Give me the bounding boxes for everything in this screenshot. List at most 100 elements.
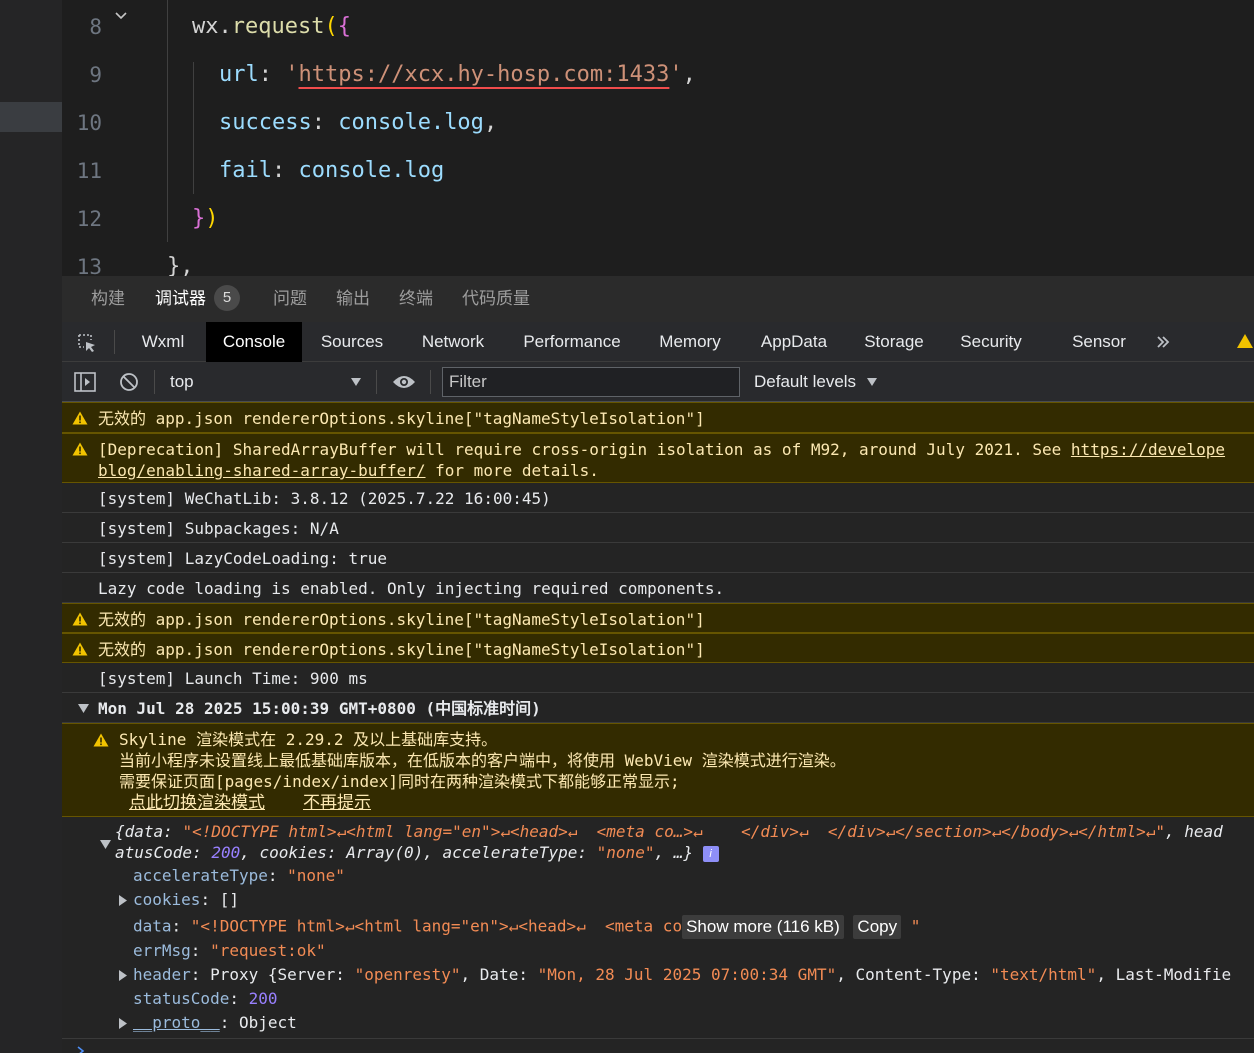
context-select[interactable]: top: [170, 362, 194, 402]
console-message-log: Lazy code loading is enabled. Only injec…: [62, 573, 1254, 603]
line-number: 12: [76, 207, 102, 231]
copy-button[interactable]: Copy: [853, 915, 902, 939]
response-object[interactable]: {data: "<!DOCTYPE html>↵<html lang="en">…: [62, 817, 1254, 1038]
warning-count-icon[interactable]: [1236, 333, 1254, 349]
more-tabs-icon[interactable]: [1155, 334, 1171, 350]
tab-wxml[interactable]: Wxml: [128, 322, 198, 362]
line-number: 8: [89, 15, 102, 39]
console-message-log: [system] WeChatLib: 3.8.12 (2025.7.22 16…: [62, 483, 1254, 513]
code-line-11: 11 fail: console.log: [62, 147, 1254, 195]
warning-icon: [72, 442, 88, 456]
show-more-button[interactable]: Show more (116 kB): [682, 915, 844, 939]
docs-link[interactable]: https://develope: [1071, 440, 1225, 459]
code-line-8: 8 wx.request({: [62, 3, 1254, 51]
console-message-log: [system] Subpackages: N/A: [62, 513, 1254, 543]
prop-data: data: "<!DOCTYPE html>↵<html lang="en">↵…: [133, 915, 920, 939]
expand-triangle-icon[interactable]: [100, 840, 111, 849]
gutter-selection: [0, 102, 62, 132]
expand-triangle-icon[interactable]: [78, 704, 89, 713]
dropdown-arrow-icon[interactable]: [866, 377, 878, 387]
code-text: wx.request({: [192, 14, 351, 39]
info-icon[interactable]: i: [702, 845, 719, 862]
devtools-tab-bar: Wxml Console Sources Network Performance…: [62, 322, 1254, 362]
code-text: url: 'https://xcx.hy-hosp.com:1433',: [219, 62, 696, 87]
tab-debugger[interactable]: 调试器 5: [155, 276, 240, 322]
warning-icon: [72, 411, 88, 425]
prop-cookies[interactable]: cookies: []: [133, 889, 239, 910]
code-line-10: 10 success: console.log,: [62, 99, 1254, 147]
line-number: 11: [76, 159, 102, 183]
count-badge: 5: [214, 284, 240, 311]
switch-render-mode-link[interactable]: 点此切换渲染模式: [129, 792, 265, 813]
tab-security[interactable]: Security: [950, 322, 1032, 362]
prop-accelerateType: accelerateType: "none": [133, 866, 345, 885]
divider: [430, 370, 431, 394]
warning-icon: [72, 612, 88, 626]
console-message-skyline-warning: Skyline 渲染模式在 2.29.2 及以上基础库支持。 当前小程序未设置线…: [62, 723, 1254, 817]
activity-gutter: [0, 0, 62, 1053]
url-string: https://xcx.hy-hosp.com:1433: [298, 62, 670, 87]
tab-storage[interactable]: Storage: [854, 322, 934, 362]
clear-console-icon[interactable]: [119, 372, 139, 392]
console-output[interactable]: 无效的 app.json rendererOptions.skyline["ta…: [62, 402, 1254, 1053]
collapse-triangle-icon[interactable]: [119, 970, 127, 981]
prop-statusCode: statusCode: 200: [133, 989, 278, 1008]
code-text: }): [192, 206, 219, 231]
tab-network[interactable]: Network: [406, 322, 500, 362]
tab-console[interactable]: Console: [206, 322, 302, 362]
tab-appdata[interactable]: AppData: [750, 322, 838, 362]
code-line-12: 12 }): [62, 195, 1254, 243]
code-text: fail: console.log: [219, 158, 445, 183]
collapse-triangle-icon[interactable]: [119, 895, 127, 906]
tab-memory[interactable]: Memory: [646, 322, 734, 362]
filter-input[interactable]: [442, 367, 740, 397]
inspect-element-icon[interactable]: [76, 332, 98, 354]
message-text: [Deprecation] SharedArrayBuffer will req…: [98, 440, 1226, 459]
console-message-log: [system] LazyCodeLoading: true: [62, 543, 1254, 573]
code-line-13: 13 },: [62, 243, 1254, 276]
tab-sources[interactable]: Sources: [308, 322, 396, 362]
message-text: blog/enabling-shared-array-buffer/ for m…: [98, 461, 599, 480]
divider: [376, 370, 377, 394]
warning-icon: [72, 642, 88, 656]
console-filter-bar: top Default levels: [62, 362, 1254, 402]
code-text: },: [167, 254, 194, 276]
tab-terminal[interactable]: 终端: [399, 276, 433, 322]
prop-header[interactable]: header: Proxy {Server: "openresty", Date…: [133, 964, 1231, 985]
warning-icon: [93, 733, 109, 747]
console-group-header[interactable]: Mon Jul 28 2025 15:00:39 GMT+0800 (中国标准时…: [62, 693, 1254, 723]
chevron-down-icon[interactable]: [114, 9, 128, 23]
prop-proto[interactable]: __proto__: Object: [133, 1012, 297, 1033]
object-summary: atusCode: 200, cookies: Array(0), accele…: [115, 842, 719, 863]
sidebar-toggle-icon[interactable]: [74, 372, 96, 392]
tab-output[interactable]: 输出: [336, 276, 370, 322]
console-message-log: [system] Launch Time: 900 ms: [62, 663, 1254, 693]
tab-problems[interactable]: 问题: [273, 276, 307, 322]
panel-tab-bar: 构建 调试器 5 问题 输出 终端 代码质量: [62, 276, 1254, 322]
line-number: 10: [76, 111, 102, 135]
console-message-warning: 无效的 app.json rendererOptions.skyline["ta…: [62, 603, 1254, 633]
docs-link-cont[interactable]: blog/enabling-shared-array-buffer/: [98, 461, 426, 480]
eye-icon[interactable]: [392, 374, 416, 390]
object-summary: {data: "<!DOCTYPE html>↵<html lang="en">…: [115, 822, 1223, 841]
dont-show-again-link[interactable]: 不再提示: [303, 792, 371, 813]
tab-code-quality[interactable]: 代码质量: [462, 276, 530, 322]
console-message-warning: 无效的 app.json rendererOptions.skyline["ta…: [62, 633, 1254, 663]
divider: [62, 1038, 1254, 1039]
divider: [114, 330, 115, 354]
dropdown-arrow-icon[interactable]: [350, 377, 362, 387]
code-text: success: console.log,: [219, 110, 498, 135]
console-message-warning: [Deprecation] SharedArrayBuffer will req…: [62, 433, 1254, 483]
tab-performance[interactable]: Performance: [512, 322, 632, 362]
prompt-chevron-icon: [77, 1046, 85, 1053]
log-levels-select[interactable]: Default levels: [754, 362, 856, 402]
code-line-9: 9 url: 'https://xcx.hy-hosp.com:1433',: [62, 51, 1254, 99]
tab-build[interactable]: 构建: [91, 276, 125, 322]
code-editor[interactable]: 8 wx.request({ 9 url: 'https://xcx.hy-ho…: [62, 0, 1254, 276]
line-number: 9: [89, 63, 102, 87]
divider: [154, 370, 155, 394]
prop-errMsg: errMsg: "request:ok": [133, 941, 326, 960]
log-levels-label: Default levels: [754, 372, 857, 391]
tab-sensor[interactable]: Sensor: [1062, 322, 1136, 362]
collapse-triangle-icon[interactable]: [119, 1018, 127, 1029]
